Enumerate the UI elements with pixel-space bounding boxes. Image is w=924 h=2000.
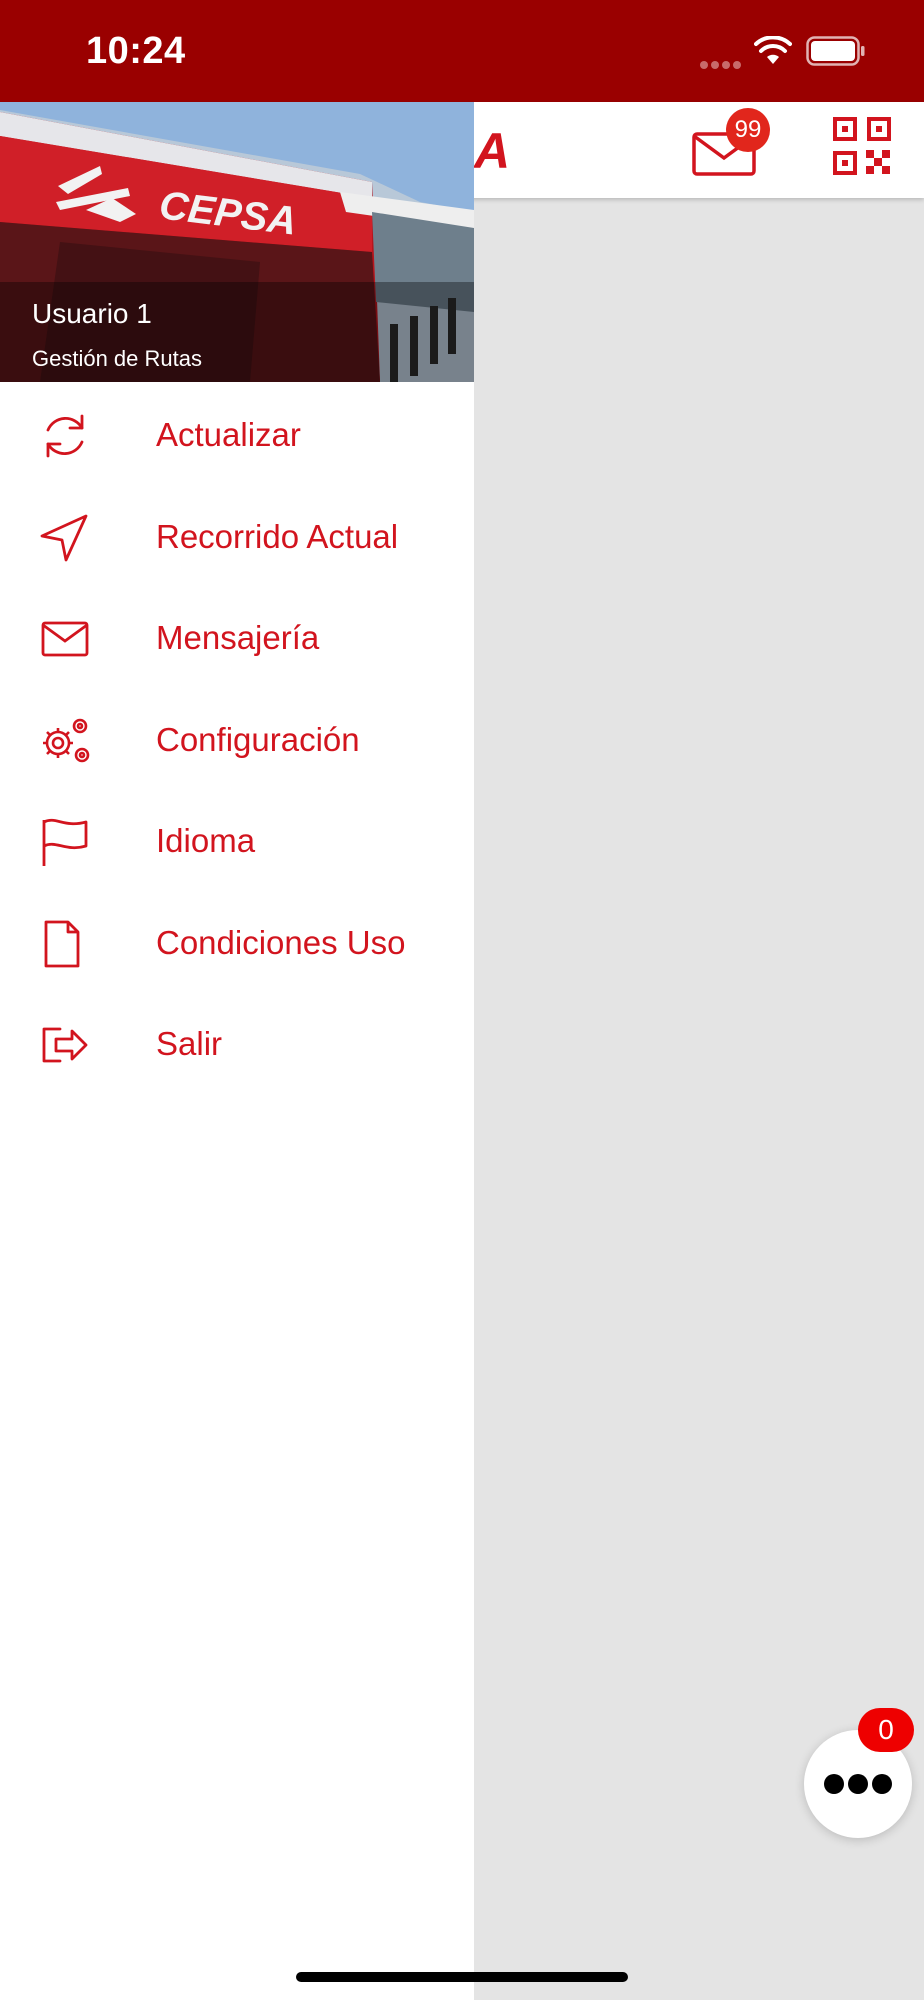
menu-label-configuracion: Configuración — [156, 720, 360, 758]
menu-label-condiciones-uso: Condiciones Uso — [156, 923, 406, 961]
more-dots-icon — [824, 1774, 892, 1794]
user-role: Gestión de Rutas — [32, 346, 202, 371]
cepsa-station-photo: CEPSA — [0, 102, 474, 382]
status-bar: 10:24 — [0, 0, 924, 102]
logout-icon — [42, 1027, 88, 1063]
menu-label-mensajeria: Mensajería — [156, 619, 320, 656]
menu-item-idioma[interactable]: Idioma — [0, 788, 474, 890]
menu-label-actualizar: Actualizar — [156, 416, 301, 453]
navigation-arrow-icon — [40, 514, 88, 561]
refresh-icon — [46, 414, 84, 458]
home-indicator[interactable] — [296, 1972, 628, 1982]
menu-label-idioma: Idioma — [156, 822, 256, 859]
menu-label-salir: Salir — [156, 1025, 223, 1062]
gears-icon — [43, 718, 90, 762]
fab-badge: 0 — [858, 1708, 914, 1752]
status-time: 10:24 — [86, 30, 186, 72]
navigation-drawer: CEPSA Usuario 1 Gestión de Rutas Actuali… — [0, 102, 474, 2000]
wifi-icon — [754, 36, 792, 64]
menu-item-condiciones-uso[interactable]: Condiciones Uso — [0, 890, 474, 992]
menu-item-configuracion[interactable]: Configuración — [0, 687, 474, 789]
app-logo: A — [474, 123, 511, 179]
menu-item-salir[interactable]: Salir — [0, 991, 474, 1093]
menu-item-mensajeria[interactable]: Mensajería — [0, 585, 474, 687]
menu-label-recorrido-actual: Recorrido Actual — [156, 517, 399, 555]
user-name: Usuario 1 — [32, 298, 152, 329]
menu-item-recorrido-actual[interactable]: Recorrido Actual — [0, 484, 474, 586]
battery-icon — [806, 36, 865, 66]
envelope-icon — [41, 621, 89, 657]
document-icon — [44, 920, 80, 967]
menu-item-actualizar[interactable]: Actualizar — [0, 382, 474, 484]
qr-code-icon[interactable] — [832, 116, 892, 176]
drawer-header: CEPSA Usuario 1 Gestión de Rutas — [0, 102, 474, 382]
mail-badge: 99 — [726, 108, 770, 152]
cellular-signal-icon — [700, 56, 744, 69]
flag-icon — [42, 818, 88, 866]
drawer-menu: Actualizar Recorrido Actual Mensajería C… — [0, 382, 474, 1093]
